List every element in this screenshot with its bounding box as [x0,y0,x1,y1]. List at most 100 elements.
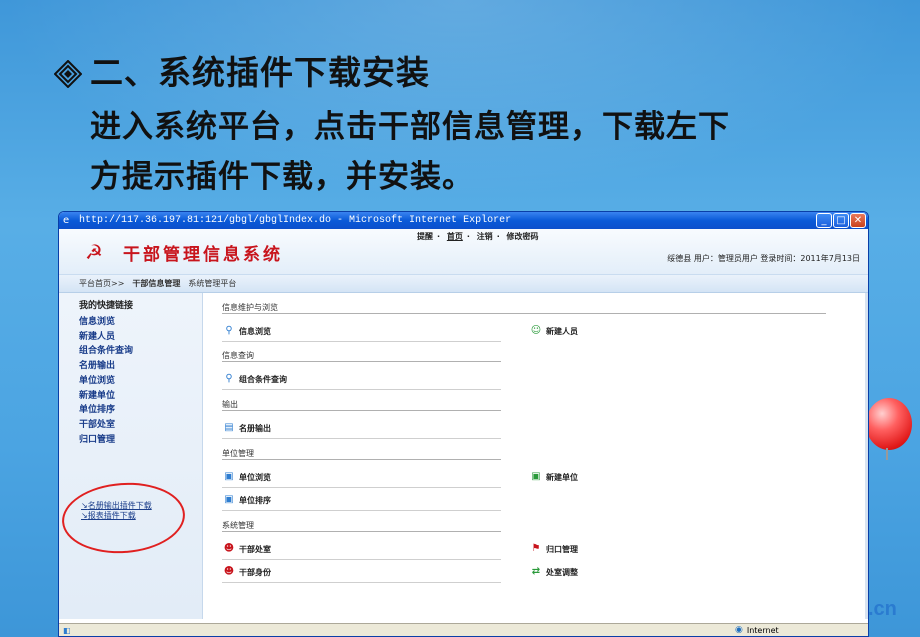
section-title-info-query: 信息查询 [222,351,254,360]
section-title-info-maintain: 信息维护与浏览 [222,303,278,312]
top-link-logout[interactable]: 注销 [477,232,493,241]
breadcrumb-cadre-info[interactable]: 干部信息管理 [132,278,180,289]
roster-plugin-download-label: 名册输出插件下载 [87,501,152,510]
top-link-home[interactable]: 首页 [447,232,463,241]
section-divider [222,361,501,362]
swap-icon: ⇄ [531,566,541,577]
user-info: 绥德县 用户：管理员用户 登录时间：2011年7月13日 [667,254,860,263]
printer-icon: ▤ [224,422,234,433]
item-cadre-identity[interactable]: ☻ 干部身份 [222,566,271,578]
item-category-mgmt[interactable]: ⚑ 归口管理 [529,543,578,555]
sidebar-item-new-person[interactable]: 新建人员 [59,330,202,345]
diamond-bullet-icon [54,60,82,88]
item-info-browse[interactable]: ⚲ 信息浏览 [222,325,271,337]
close-button[interactable]: ✕ [850,213,866,228]
item-divider [222,559,501,560]
item-unit-browse[interactable]: ▣ 单位浏览 [222,471,271,483]
sidebar-item-combined-query[interactable]: 组合条件查询 [59,344,202,359]
section-divider [222,531,501,532]
item-label: 新建单位 [546,472,578,482]
sidebar-item-new-unit[interactable]: 新建单位 [59,389,202,404]
item-label: 归口管理 [546,544,578,554]
sort-window-icon: ▣ [224,494,234,505]
item-divider [222,582,501,583]
item-cadre-office[interactable]: ☻ 干部处室 [222,543,271,555]
sidebar: 我的快捷链接 信息浏览 新建人员 组合条件查询 名册输出 单位浏览 新建单位 单… [59,293,203,619]
item-new-person[interactable]: ☺ 新建人员 [529,325,578,337]
plugin-download-links: ↘名册输出插件下载 ↘报表插件下载 [81,501,152,521]
sidebar-item-info-browse[interactable]: 信息浏览 [59,315,202,330]
slide-title: 二、系统插件下载安装 [90,53,430,92]
magnifier-person-icon: ⚲ [225,325,233,336]
browser-titlebar[interactable]: e http://117.36.197.81:121/gbgl/gbglInde… [59,212,868,229]
item-office-adjust[interactable]: ⇄ 处室调整 [529,566,578,578]
new-window-icon: ▣ [531,471,541,482]
sidebar-item-cadre-office[interactable]: 干部处室 [59,418,202,433]
item-new-unit[interactable]: ▣ 新建单位 [529,471,578,483]
main-panel: 信息维护与浏览 ⚲ 信息浏览 ☺ 新建人员 信息查询 ⚲ 组合条件查询 输出 ▤ 名册输… [219,293,868,619]
section-title-system-mgmt: 系统管理 [222,521,254,530]
item-divider [222,341,501,342]
scrollbar[interactable] [865,293,868,619]
item-label: 新建人员 [546,326,578,336]
item-combined-query[interactable]: ⚲ 组合条件查询 [222,373,287,385]
item-label: 组合条件查询 [239,374,287,384]
content-area: 我的快捷链接 信息浏览 新建人员 组合条件查询 名册输出 单位浏览 新建单位 单… [59,293,868,619]
ie-icon: e [63,214,70,226]
item-divider [222,510,501,511]
flag-icon: ⚑ [531,543,541,554]
balloon-string [886,448,888,460]
top-links: 提醒 · 首页 · 注销 · 修改密码 [417,232,539,241]
item-divider [222,389,501,390]
balloon-decoration [866,398,912,450]
maximize-button[interactable]: □ [833,213,849,228]
section-title-unit-mgmt: 单位管理 [222,449,254,458]
page-status-icon: ◧ [63,625,71,635]
app-header: ☭ 干部管理信息系统 提醒 · 首页 · 注销 · 修改密码 绥德县 用户：管理员用户… [59,229,868,275]
item-label: 干部身份 [239,567,271,577]
breadcrumb: 平台首页>> 干部信息管理 系统管理平台 [59,275,868,293]
corner-logo: .cn [868,598,897,620]
section-divider [222,313,826,314]
item-divider [222,487,501,488]
sidebar-item-roster-output[interactable]: 名册输出 [59,359,202,374]
system-name: 干部管理信息系统 [123,245,283,265]
item-label: 名册输出 [239,423,271,433]
sidebar-title: 我的快捷链接 [79,301,134,311]
section-divider [222,459,501,460]
sidebar-item-category-mgmt[interactable]: 归口管理 [59,433,202,448]
item-divider [222,438,501,439]
breadcrumb-system-admin[interactable]: 系统管理平台 [188,278,236,289]
item-roster-output[interactable]: ▤ 名册输出 [222,422,271,434]
section-divider [222,410,501,411]
party-emblem-icon: ☭ [85,240,103,264]
item-label: 单位浏览 [239,472,271,482]
item-label: 信息浏览 [239,326,271,336]
item-unit-sort[interactable]: ▣ 单位排序 [222,494,271,506]
minimize-button[interactable]: _ [816,213,832,228]
sidebar-item-unit-browse[interactable]: 单位浏览 [59,374,202,389]
roster-plugin-download-link[interactable]: ↘名册输出插件下载 [81,501,152,511]
breadcrumb-home[interactable]: 平台首页>> [79,278,124,289]
sidebar-item-unit-sort[interactable]: 单位排序 [59,403,202,418]
browser-title: http://117.36.197.81:121/gbgl/gbglIndex.… [79,215,512,226]
top-link-change-password[interactable]: 修改密码 [507,232,539,241]
item-label: 干部处室 [239,544,271,554]
window-icon: ▣ [224,471,234,482]
item-label: 处室调整 [546,567,578,577]
search-icon: ⚲ [225,373,233,384]
window-controls: _ □ ✕ [816,213,866,228]
item-label: 单位排序 [239,495,271,505]
slide-instruction-line-2: 方提示插件下载，并安装。 [90,159,474,195]
top-link-remind[interactable]: 提醒 [417,232,433,241]
zone-label: Internet [746,625,779,635]
report-plugin-download-link[interactable]: ↘报表插件下载 [81,511,152,521]
person-id-icon: ☻ [223,566,235,577]
add-person-icon: ☺ [530,325,542,336]
section-title-output: 输出 [222,400,238,409]
people-icon: ☻ [223,543,235,554]
status-bar: ◧ ◉ Internet [59,623,868,636]
browser-window: e http://117.36.197.81:121/gbgl/gbglInde… [58,211,869,637]
sidebar-list: 信息浏览 新建人员 组合条件查询 名册输出 单位浏览 新建单位 单位排序 干部处… [59,315,202,447]
security-zone: ◉ Internet [735,625,779,635]
